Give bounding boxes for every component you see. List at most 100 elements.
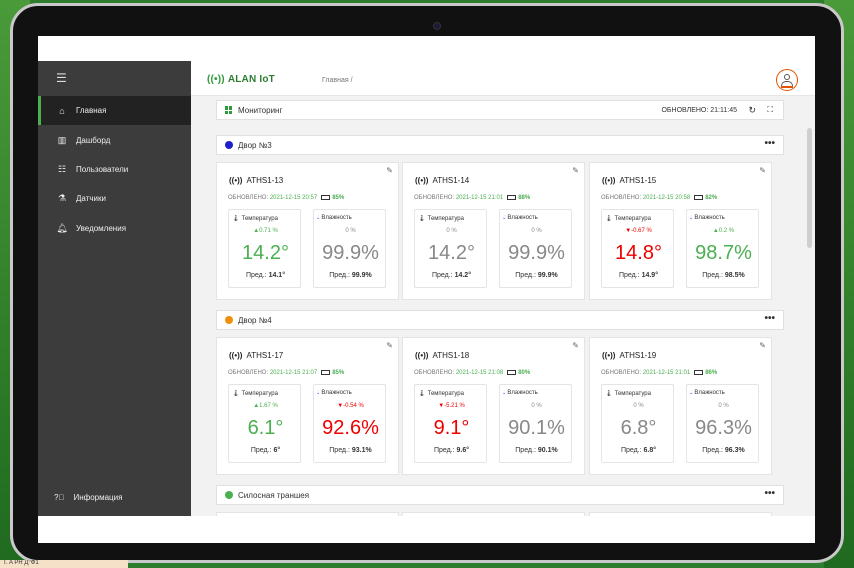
taskbar-item[interactable]: T. A PR Д°Ф1	[0, 560, 128, 568]
humidity-value: 92.6%	[322, 417, 379, 439]
humidity-panel: 💧︎ Влажность ▼-0.54 % 92.6% Пред.: 93.1%	[313, 384, 386, 463]
more-icon[interactable]: •••	[764, 138, 775, 149]
humidity-delta: 0 %	[345, 228, 356, 234]
sidebar-item-sensors[interactable]: ⚗ Датчики	[38, 184, 191, 213]
sensor-name: ((•)) ATHS1-14	[415, 176, 470, 185]
droplet-icon: 💧︎	[317, 390, 320, 396]
signal-icon: ((•))	[229, 176, 243, 185]
group-header[interactable]: Двор №3 •••	[216, 135, 784, 155]
battery-icon	[694, 195, 704, 200]
temperature-value: 14.2°	[428, 242, 475, 264]
sensor-card[interactable]: ✎ ((•)) ATHS1-13 ОБНОВЛЕНО: 2021-12-15 20…	[216, 162, 399, 300]
signal-icon: ((•))	[415, 176, 429, 185]
temperature-previous: Пред.: 6°	[250, 447, 281, 454]
sensor-updated: ОБНОВЛЕНО: 2021-12-15 21:07 85%	[228, 370, 345, 376]
monitoring-bar: Мониторинг ОБНОВЛЕНО: 21:11:45 ↻ ⛶	[216, 100, 784, 120]
edit-icon[interactable]: ✎	[386, 166, 393, 175]
sensor-name: ((•)) ATHS1-18	[415, 351, 470, 360]
temperature-previous: Пред.: 14.1°	[245, 272, 286, 279]
temperature-panel: 🌡︎ Температура 0 % 6.8° Пред.: 6.8°	[601, 384, 674, 463]
app-screen: ☰ ⌂ Главная ▥ Дашборд ☷ Пользователи ⚗ Д…	[38, 36, 815, 543]
humidity-previous: Пред.: 99.9%	[515, 272, 558, 279]
temperature-previous: Пред.: 9.6°	[433, 447, 470, 454]
humidity-panel: 💧︎ Влажность 0 % 99.9% Пред.: 99.9%	[499, 209, 572, 288]
sidebar-item-label: Информация	[73, 493, 123, 502]
monitoring-title: Мониторинг	[238, 105, 283, 115]
temperature-panel: 🌡︎ Температура ▲1.67 % 6.1° Пред.: 6°	[228, 384, 301, 463]
humidity-previous: Пред.: 99.9%	[329, 272, 372, 279]
signal-icon: ((•))	[602, 351, 616, 360]
more-icon[interactable]: •••	[764, 488, 775, 499]
humidity-delta: 0 %	[718, 403, 729, 409]
humidity-value: 96.3%	[695, 417, 752, 439]
temperature-value: 9.1°	[433, 417, 470, 439]
camera	[433, 22, 441, 30]
sidebar-item-home[interactable]: ⌂ Главная	[38, 96, 191, 125]
sensor-name: ((•)) ATHS1-17	[229, 351, 284, 360]
brand-logo[interactable]: ((•)) ALAN IoT	[207, 74, 275, 85]
sensor-name: ((•)) ATHS1-19	[602, 351, 657, 360]
edit-icon[interactable]: ✎	[386, 341, 393, 350]
sensor-updated: ОБНОВЛЕНО: 2021-12-15 21:01 86%	[601, 370, 718, 376]
user-avatar[interactable]	[776, 69, 798, 91]
thermometer-icon: 🌡︎	[232, 391, 240, 397]
battery-level: 85%	[332, 370, 345, 376]
edit-icon[interactable]: ✎	[759, 341, 766, 350]
sensor-updated: ОБНОВЛЕНО: 2021-12-15 21:01 88%	[414, 195, 531, 201]
temperature-value: 6.8°	[620, 417, 657, 439]
humidity-panel: 💧︎ Влажность 0 % 90.1% Пред.: 90.1%	[499, 384, 572, 463]
droplet-icon: 💧︎	[503, 215, 506, 221]
more-icon[interactable]: •••	[764, 313, 775, 324]
group-header[interactable]: Двор №4 •••	[216, 310, 784, 330]
droplet-icon: 💧︎	[503, 390, 506, 396]
sidebar-item-label: Главная	[76, 106, 107, 115]
sidebar-item-dashboard[interactable]: ▥ Дашборд	[38, 126, 191, 155]
sidebar-item-label: Датчики	[76, 194, 106, 203]
humidity-panel: 💧︎ Влажность 0 % 99.9% Пред.: 99.9%	[313, 209, 386, 288]
signal-icon: ((•))	[229, 351, 243, 360]
fullscreen-icon[interactable]: ⛶	[767, 105, 773, 115]
group-header[interactable]: Силосная траншея •••	[216, 485, 784, 505]
sidebar-item-notifications[interactable]: 🔔︎ Уведомления	[38, 214, 191, 243]
header: ((•)) ALAN IoT Главная /	[191, 61, 815, 96]
sidebar-item-users[interactable]: ☷ Пользователи	[38, 155, 191, 184]
sensor-updated: ОБНОВЛЕНО: 2021-12-15 20:58 82%	[601, 195, 718, 201]
sensor-card[interactable]: ✎ ((•)) ATHS1-17 ОБНОВЛЕНО: 2021-12-15 21…	[216, 337, 399, 475]
breadcrumb[interactable]: Главная /	[322, 77, 353, 84]
edit-icon[interactable]: ✎	[572, 341, 579, 350]
battery-level: 85%	[332, 195, 345, 201]
sensor-card[interactable]: ✎ ((•)) ATHS1-14 ОБНОВЛЕНО: 2021-12-15 21…	[402, 162, 585, 300]
group-title: Силосная траншея	[238, 490, 310, 500]
thermometer-icon: 🌡︎	[418, 391, 426, 397]
thermometer-icon: 🌡︎	[605, 216, 613, 222]
temperature-value: 6.1°	[247, 417, 284, 439]
sensor-updated: ОБНОВЛЕНО: 2021-12-15 20:57 85%	[228, 195, 345, 201]
thermometer-icon: 🌡︎	[232, 216, 240, 222]
humidity-value: 99.9%	[508, 242, 565, 264]
bell-icon: 🔔︎	[56, 223, 68, 233]
menu-icon[interactable]: ☰	[56, 71, 67, 85]
sensor-card[interactable]: ✎ ((•)) ATHS1-15 ОБНОВЛЕНО: 2021-12-15 20…	[589, 162, 772, 300]
edit-icon[interactable]: ✎	[759, 166, 766, 175]
battery-level: 82%	[705, 195, 718, 201]
battery-level: 88%	[518, 195, 531, 201]
refresh-icon[interactable]: ↻	[748, 105, 756, 116]
scrollbar[interactable]	[807, 128, 812, 248]
signal-icon: ((•))	[602, 176, 616, 185]
signal-icon: ((•))	[207, 74, 225, 85]
temperature-panel: 🌡︎ Температура ▼-0.67 % 14.8° Пред.: 14.9…	[601, 209, 674, 288]
sidebar-item-info[interactable]: ?⃝ Информация	[54, 493, 122, 502]
droplet-icon: 💧︎	[317, 215, 320, 221]
humidity-panel: 💧︎ Влажность 0 % 96.3% Пред.: 96.3%	[686, 384, 759, 463]
sensor-name: ((•)) ATHS1-13	[229, 176, 284, 185]
sensor-card[interactable]: ✎ ((•)) ATHS1-19 ОБНОВЛЕНО: 2021-12-15 21…	[589, 337, 772, 475]
group-dot	[225, 491, 233, 499]
edit-icon[interactable]: ✎	[572, 166, 579, 175]
thermometer-icon: 🌡︎	[418, 216, 426, 222]
home-icon: ⌂	[59, 105, 65, 116]
sensor-card[interactable]: ✎ ((•)) ATHS1-18 ОБНОВЛЕНО: 2021-12-15 21…	[402, 337, 585, 475]
sidebar-item-label: Дашборд	[76, 136, 111, 145]
group-dot	[225, 141, 233, 149]
group-title: Двор №4	[238, 315, 272, 325]
humidity-value: 90.1%	[508, 417, 565, 439]
